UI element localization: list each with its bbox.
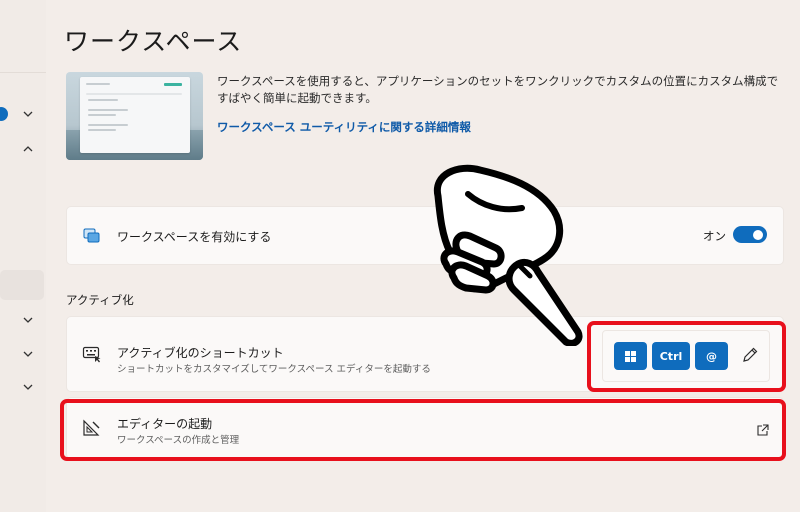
- chevron-down-icon[interactable]: [21, 107, 35, 121]
- side-navigation: [0, 0, 46, 512]
- shortcut-subtitle: ショートカットをカスタマイズしてワークスペース エディターを起動する: [117, 364, 431, 375]
- page-title: ワークスペース: [64, 27, 243, 56]
- chevron-down-icon[interactable]: [21, 347, 35, 361]
- highlight-launch-editor: [60, 399, 786, 461]
- nav-divider: [0, 72, 46, 73]
- pointing-hand-icon: [398, 156, 588, 347]
- shortcut-title: アクティブ化のショートカット: [117, 346, 284, 360]
- enable-workspaces-label: ワークスペースを有効にする: [117, 230, 272, 244]
- enable-workspaces-toggle[interactable]: [733, 226, 767, 243]
- hero-description: ワークスペースを使用すると、アプリケーションのセットをワンクリックでカスタムの位…: [217, 74, 779, 105]
- toggle-state-label: オン: [703, 229, 726, 243]
- chevron-up-icon[interactable]: [21, 142, 35, 156]
- nav-item-selected[interactable]: [0, 270, 44, 300]
- workspaces-icon: [82, 227, 102, 245]
- hero-app-preview: [80, 77, 190, 153]
- highlight-shortcut-keys: [587, 321, 786, 392]
- activation-section-label: アクティブ化: [66, 293, 134, 307]
- hero-image: [66, 72, 203, 160]
- learn-more-link[interactable]: ワークスペース ユーティリティに関する詳細情報: [217, 119, 471, 135]
- toggle-knob: [753, 229, 763, 240]
- keyboard-shortcut-icon: [82, 345, 102, 363]
- chevron-down-icon[interactable]: [21, 313, 35, 327]
- chevron-down-icon[interactable]: [21, 380, 35, 394]
